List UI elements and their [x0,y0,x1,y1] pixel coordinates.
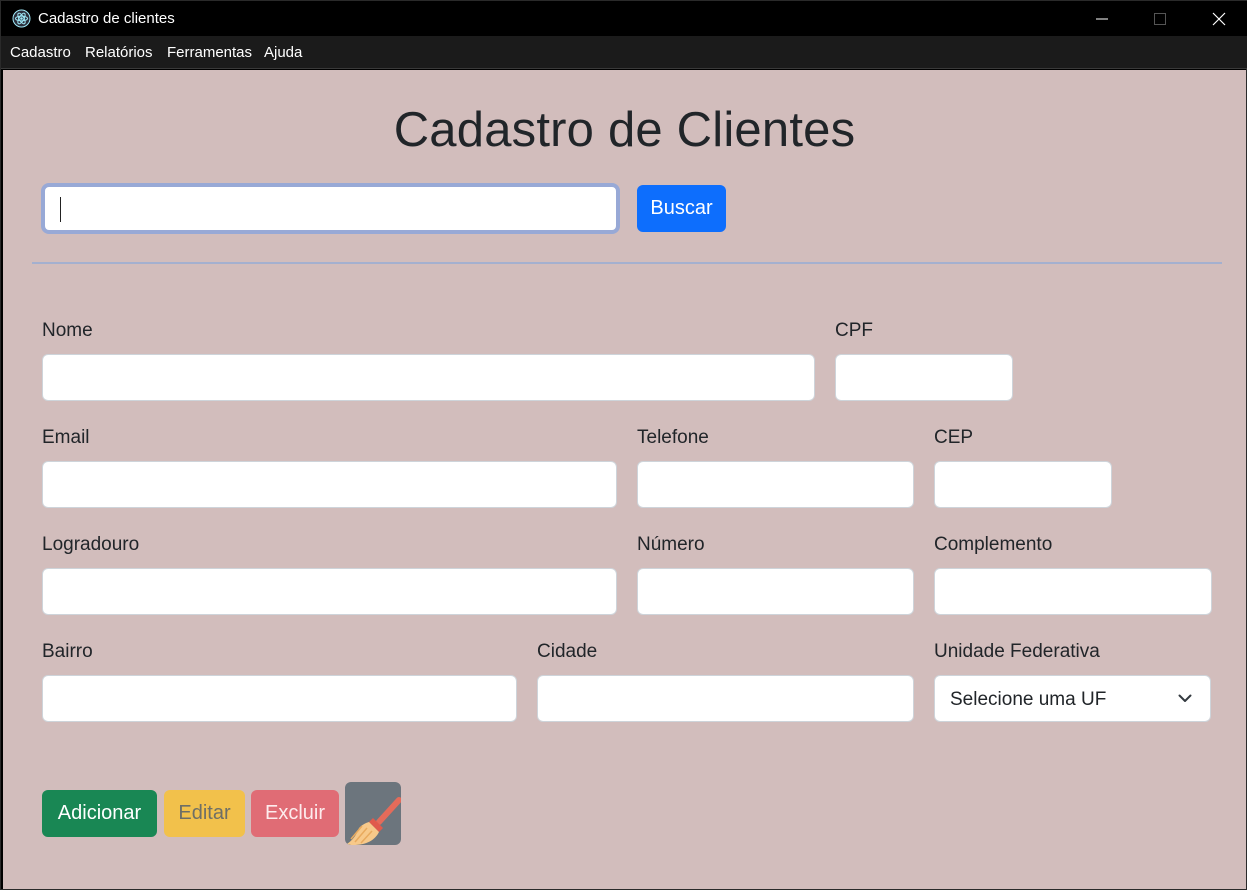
minimize-button[interactable] [1073,1,1131,36]
chevron-down-icon [1178,694,1192,702]
numero-label: Número [637,534,705,555]
cpf-label: CPF [835,320,873,341]
edit-button[interactable]: Editar [164,790,245,837]
cep-label: CEP [934,427,974,448]
complemento-label: Complemento [934,534,1053,555]
maximize-icon [1154,12,1166,25]
cidade-label: Cidade [537,641,598,662]
main-content: Cadastro de Clientes Buscar Nome CPF Ema… [3,70,1246,889]
cidade-field[interactable] [537,675,914,722]
window-title: Cadastro de clientes [38,10,175,27]
menu-cadastro[interactable]: Cadastro [10,44,71,61]
uf-label: Unidade Federativa [934,641,1100,662]
nome-field[interactable] [42,354,815,401]
clear-button[interactable] [345,782,401,845]
menu-bar: Cadastro Relatórios Ferramentas Ajuda [1,36,1247,69]
logradouro-label: Logradouro [42,534,140,555]
email-label: Email [42,427,90,448]
uf-selected-value: Selecione uma UF [950,689,1107,710]
telefone-label: Telefone [637,427,709,448]
nome-label: Nome [42,320,93,341]
menu-relatorios[interactable]: Relatórios [85,44,153,61]
uf-select[interactable]: Selecione uma UF [934,675,1211,722]
add-button[interactable]: Adicionar [42,790,157,837]
bairro-field[interactable] [42,675,517,722]
cpf-field[interactable] [835,354,1013,401]
menu-ferramentas[interactable]: Ferramentas [167,44,252,61]
title-bar: Cadastro de clientes [1,1,1247,36]
cep-field[interactable] [934,461,1112,508]
text-caret [60,197,61,222]
divider [32,262,1222,264]
maximize-button[interactable] [1131,1,1189,36]
search-button[interactable]: Buscar [637,185,726,232]
email-field[interactable] [42,461,617,508]
page-title: Cadastro de Clientes [393,103,856,157]
close-icon [1212,12,1226,25]
numero-field[interactable] [637,568,914,615]
telefone-field[interactable] [637,461,914,508]
app-window: Cadastro de clientes Cadastro Relatórios… [0,0,1247,890]
close-button[interactable] [1190,1,1247,36]
broom-icon [347,797,401,845]
delete-button[interactable]: Excluir [251,790,339,837]
search-input[interactable] [41,183,620,234]
bairro-label: Bairro [42,641,93,662]
minimize-icon [1096,18,1108,19]
app-icon [12,9,31,28]
complemento-field[interactable] [934,568,1212,615]
menu-ajuda[interactable]: Ajuda [264,44,302,61]
logradouro-field[interactable] [42,568,617,615]
